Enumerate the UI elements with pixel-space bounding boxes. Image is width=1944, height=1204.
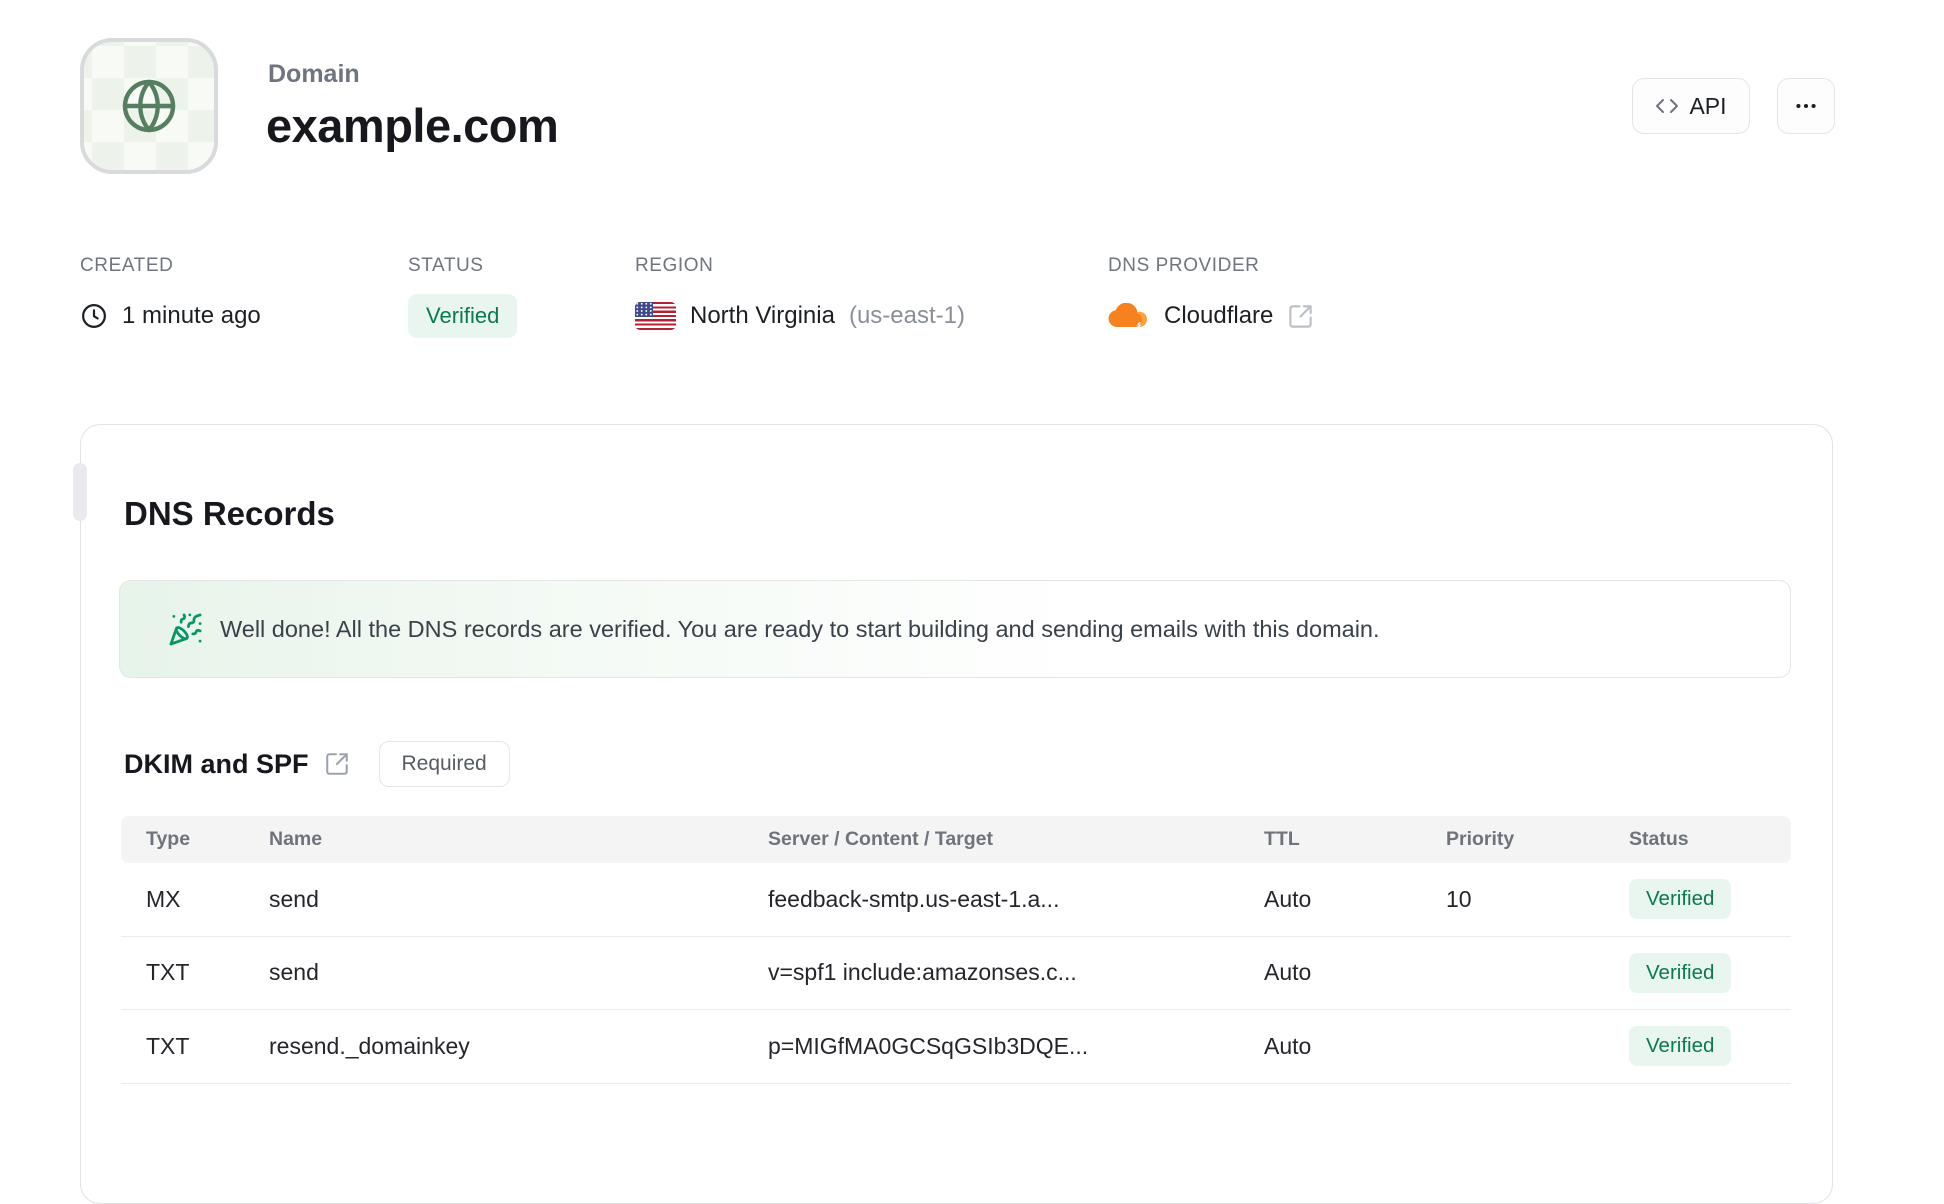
record-content: feedback-smtp.us-east-1.a... [768, 885, 1060, 912]
region-code: (us-east-1) [848, 302, 965, 329]
meta-region: REGION North Virginia (us-east-1) [635, 255, 965, 330]
record-ttl: Auto [1264, 885, 1312, 912]
dns-provider-value: Cloudflare [1164, 302, 1274, 329]
success-banner: Well done! All the DNS records are verif… [119, 580, 1791, 678]
col-header-ttl: TTL [1264, 828, 1300, 850]
col-header-type: Type [146, 828, 191, 850]
page-title: example.com [266, 99, 559, 152]
table-row[interactable]: TXT resend._domainkey p=MIGfMA0GCSqGSIb3… [121, 1010, 1791, 1084]
record-name: send [269, 959, 319, 986]
meta-status: STATUS Verified [408, 255, 518, 338]
page-eyebrow: Domain [268, 60, 360, 88]
more-options-button[interactable] [1777, 78, 1835, 134]
ellipsis-icon [1793, 93, 1819, 119]
table-row[interactable]: TXT send v=spf1 include:amazonses.c... A… [121, 937, 1791, 1010]
record-priority: 10 [1446, 885, 1472, 912]
col-header-content: Server / Content / Target [768, 828, 994, 850]
us-flag-icon [635, 302, 676, 330]
meta-created: CREATED 1 minute ago [80, 255, 261, 330]
record-status-badge: Verified [1629, 879, 1732, 920]
api-button-label: API [1689, 92, 1727, 119]
card-scroll-pill[interactable] [73, 463, 87, 521]
record-ttl: Auto [1264, 959, 1312, 986]
created-value: 1 minute ago [122, 302, 261, 329]
record-name: resend._domainkey [269, 1032, 470, 1059]
record-content: p=MIGfMA0GCSqGSIb3DQE... [768, 1032, 1089, 1059]
record-ttl: Auto [1264, 1032, 1312, 1059]
col-header-name: Name [269, 828, 323, 850]
record-status-badge: Verified [1629, 1026, 1732, 1067]
domain-avatar [80, 38, 218, 174]
external-link-icon[interactable] [1287, 303, 1314, 330]
record-type: MX [146, 885, 181, 912]
record-name: send [269, 885, 319, 912]
region-value: North Virginia [690, 302, 835, 329]
party-popper-icon [168, 612, 203, 647]
record-content: v=spf1 include:amazonses.c... [768, 959, 1077, 986]
cloudflare-icon [1108, 303, 1150, 329]
code-icon [1655, 94, 1679, 118]
meta-dns-provider: DNS PROVIDER Cloudflare [1108, 255, 1314, 330]
record-type: TXT [146, 959, 190, 986]
table-row[interactable]: MX send feedback-smtp.us-east-1.a... Aut… [121, 863, 1791, 937]
dns-records-table: Type Name Server / Content / Target TTL … [121, 816, 1791, 1084]
record-type: TXT [146, 1032, 190, 1059]
col-header-status: Status [1629, 828, 1689, 850]
globe-icon [118, 75, 180, 137]
region-label: REGION [635, 255, 714, 276]
required-badge: Required [378, 741, 510, 787]
dns-records-title: DNS Records [124, 495, 335, 532]
api-button[interactable]: API [1632, 78, 1750, 134]
dns-records-card: DNS Records Well done! All the DNS recor… [73, 424, 1833, 1204]
clock-icon [80, 302, 108, 330]
status-label: STATUS [408, 255, 484, 276]
table-header-row: Type Name Server / Content / Target TTL … [121, 816, 1791, 863]
external-link-icon[interactable] [324, 751, 350, 777]
dkim-spf-title: DKIM and SPF [124, 748, 309, 779]
success-banner-text: Well done! All the DNS records are verif… [220, 615, 1380, 642]
created-label: CREATED [80, 255, 174, 276]
record-status-badge: Verified [1629, 952, 1732, 993]
col-header-priority: Priority [1446, 828, 1515, 850]
dns-provider-label: DNS PROVIDER [1108, 255, 1260, 276]
domain-page: { "header": { "eyebrow": "Domain", "titl… [0, 0, 1944, 1204]
status-badge: Verified [408, 294, 518, 338]
dkim-spf-section-header: DKIM and SPF Required [124, 741, 510, 787]
